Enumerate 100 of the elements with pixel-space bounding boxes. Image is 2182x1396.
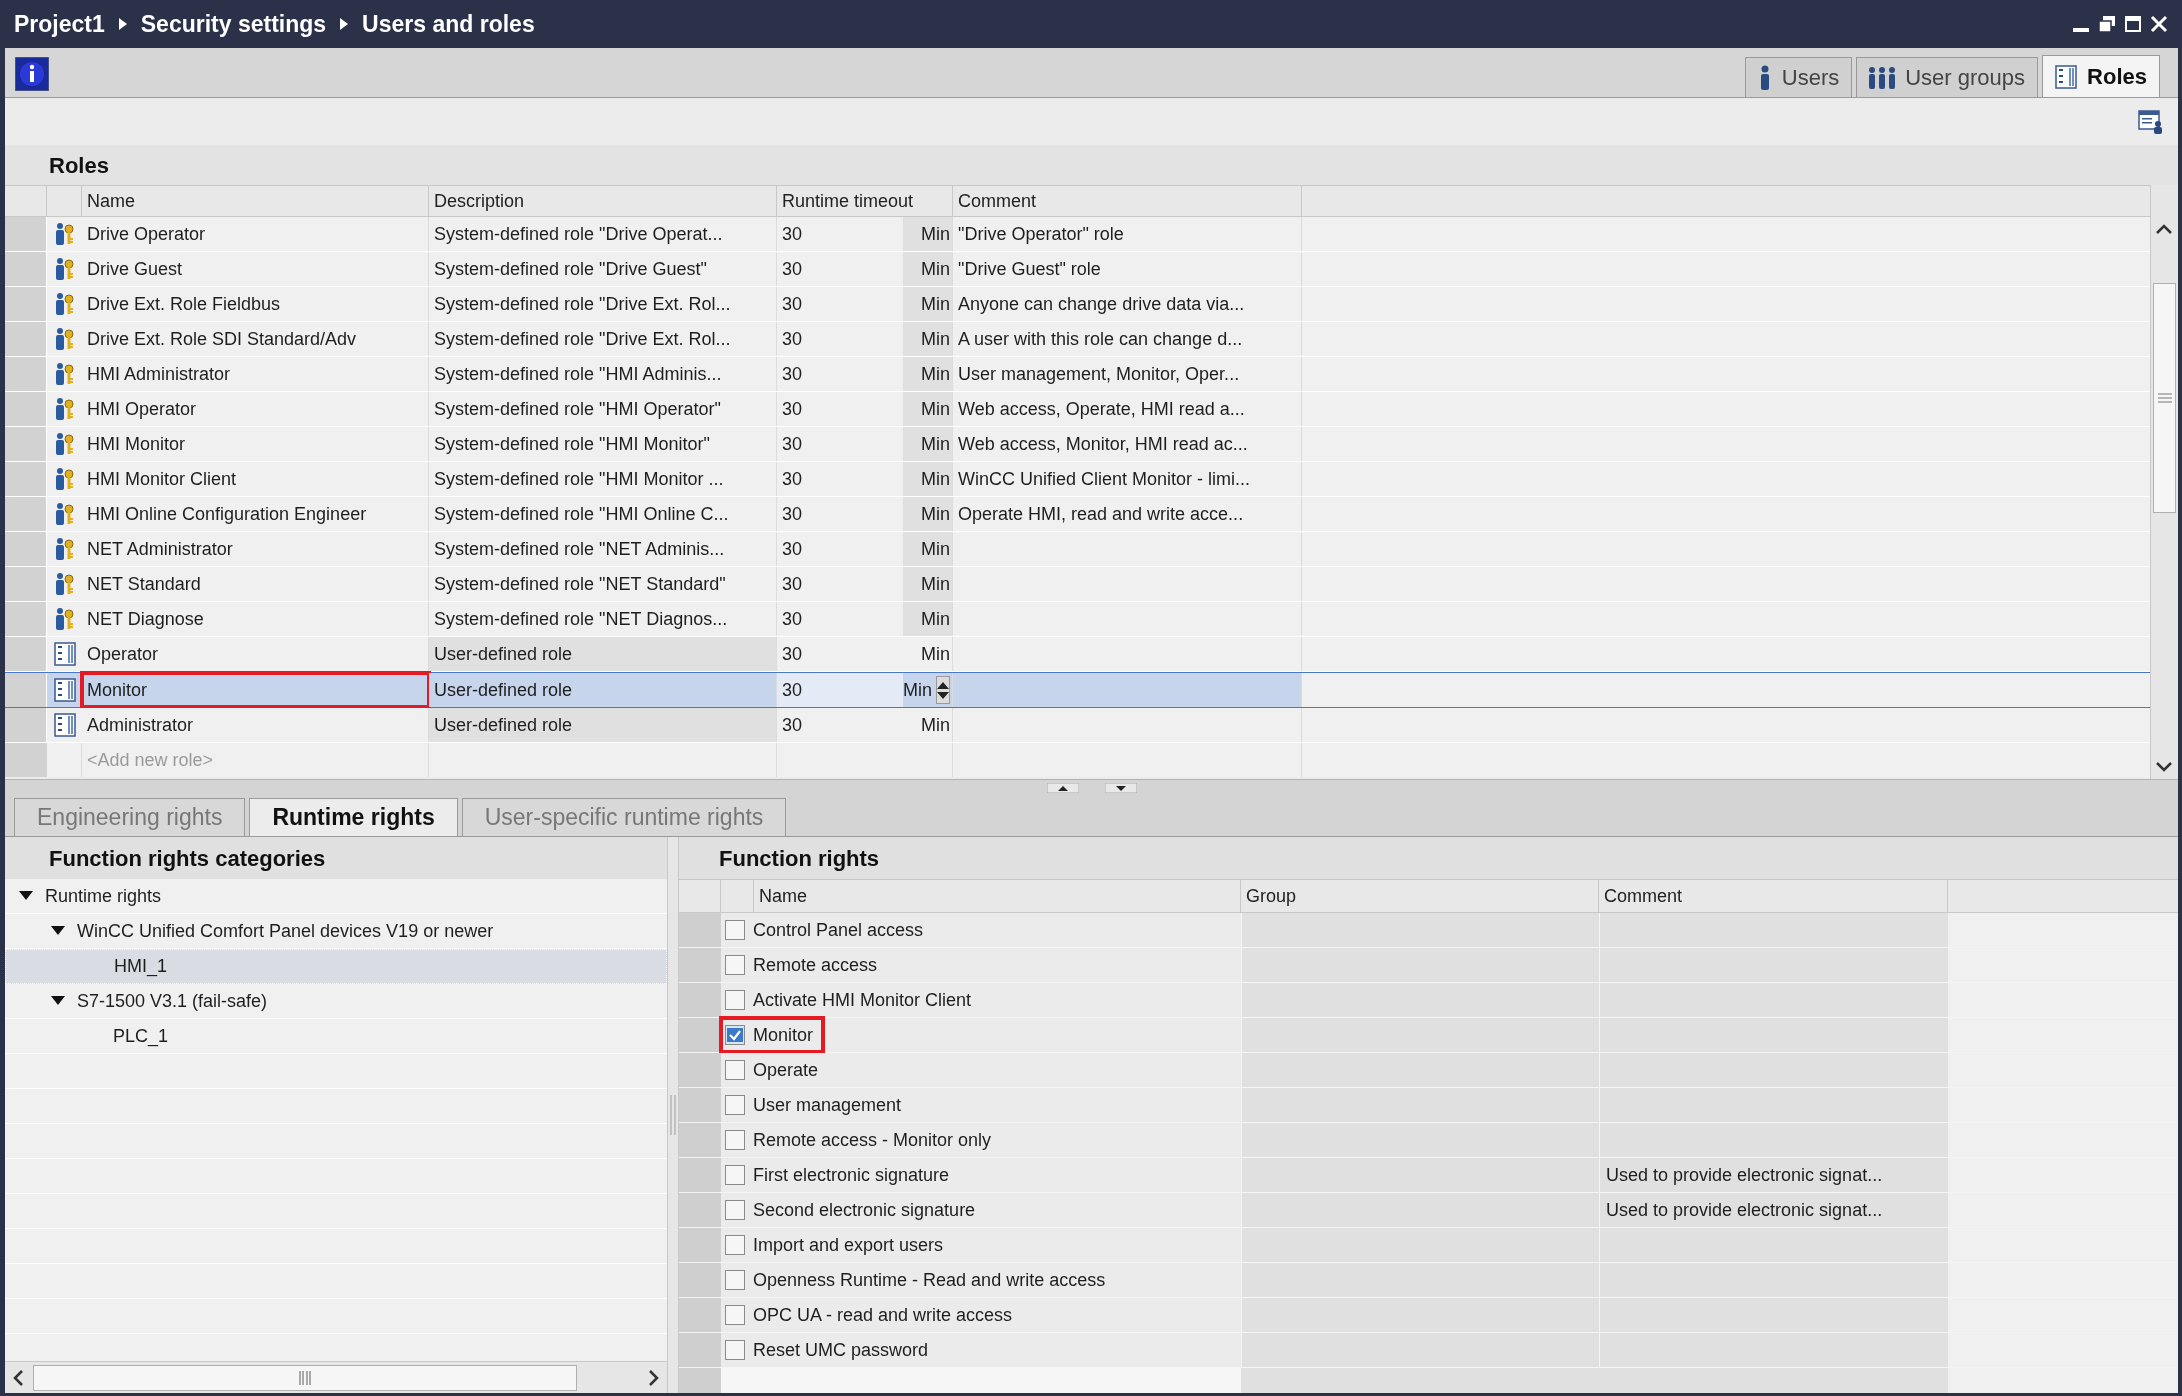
row-header[interactable] (5, 287, 47, 321)
table-person-icon[interactable] (2138, 109, 2164, 134)
table-row[interactable]: HMI Monitor Client System-defined role "HMI Monitor ... 30 Min WinCC Unified Client Monitor - limi... (5, 462, 2150, 497)
vertical-scrollbar[interactable] (2150, 185, 2178, 779)
scroll-thumb[interactable] (2153, 283, 2176, 513)
table-cell: HMI Monitor Client (82, 462, 429, 496)
table-cell: 30 (777, 637, 903, 671)
table-row[interactable]: HMI Monitor System-defined role "HMI Monitor" 30 Min Web access, Monitor, HMI read ac... (5, 427, 2150, 462)
table-cell: 30 (777, 497, 903, 531)
checkbox[interactable] (725, 955, 745, 975)
table-cell: System-defined role "Drive Guest" (429, 252, 777, 286)
column-header[interactable]: Runtime timeout (777, 186, 953, 216)
table-row[interactable]: Drive Ext. Role Fieldbus System-defined role "Drive Ext. Rol... 30 Min Anyone can change drive data via... (5, 287, 2150, 322)
right-name: Operate (753, 1058, 819, 1082)
table-row[interactable]: Operator User-defined role 30 Min (5, 637, 2150, 672)
unit-label: Min (921, 257, 950, 281)
tab[interactable]: Runtime rights (249, 798, 458, 836)
column-header[interactable]: Comment (1599, 880, 1948, 912)
expanded-caret-icon[interactable] (51, 996, 65, 1006)
tab[interactable]: Roles (2042, 55, 2160, 97)
row-header[interactable] (5, 532, 47, 566)
table-cell: WinCC Unified Client Monitor - limi... (953, 462, 1302, 496)
column-header[interactable]: Group (1241, 880, 1599, 912)
table-cell: System-defined role "NET Standard" (429, 567, 777, 601)
row-header[interactable] (5, 322, 47, 356)
checkbox[interactable] (725, 1060, 745, 1080)
tab[interactable]: Users (1744, 57, 1853, 97)
checkbox[interactable] (725, 920, 745, 940)
list-icon (53, 642, 76, 666)
table-cell: Drive Ext. Role Fieldbus (82, 287, 429, 321)
up-triangle-icon[interactable] (937, 681, 949, 689)
table-cell: System-defined role "HMI Adminis... (429, 357, 777, 391)
table-row[interactable]: NET Administrator System-defined role "NET Adminis... 30 Min (5, 532, 2150, 567)
row-header[interactable] (5, 567, 47, 601)
table-row[interactable]: Administrator User-defined role 30 Min (5, 708, 2150, 743)
checkbox[interactable] (725, 1340, 745, 1360)
tree-item[interactable]: HMI_1 (5, 949, 667, 984)
checkbox[interactable] (725, 1270, 745, 1290)
checkbox[interactable] (725, 1025, 745, 1045)
checkbox[interactable] (725, 1095, 745, 1115)
down-triangle-icon[interactable] (937, 691, 949, 699)
checkbox[interactable] (725, 1165, 745, 1185)
unit-label: Min (921, 327, 950, 351)
table-cell: Operate HMI, read and write acce... (953, 497, 1302, 531)
row-header[interactable] (5, 357, 47, 391)
table-row[interactable]: NET Diagnose System-defined role "NET Diagnos... 30 Min (5, 602, 2150, 637)
row-header[interactable] (5, 637, 47, 671)
tab[interactable]: User groups (1856, 57, 2039, 97)
table-row[interactable]: HMI Operator System-defined role "HMI Operator" 30 Min Web access, Operate, HMI read a... (5, 392, 2150, 427)
table-row[interactable]: NET Standard System-defined role "NET Standard" 30 Min (5, 567, 2150, 602)
table-row[interactable]: Monitor User-defined role 30 Min (5, 672, 2150, 708)
table-row[interactable]: Drive Operator System-defined role "Drive Operat... 30 Min "Drive Operator" role (5, 217, 2150, 252)
row-header[interactable] (5, 602, 47, 636)
table-cell: 30 (777, 532, 903, 566)
expand-down-icon[interactable] (1104, 782, 1137, 793)
column-header[interactable]: Description (429, 186, 777, 216)
table-cell: Drive Operator (82, 217, 429, 251)
table-cell: System-defined role "Drive Ext. Rol... (429, 287, 777, 321)
close-icon[interactable] (2150, 15, 2168, 33)
table-row[interactable]: HMI Administrator System-defined role "HMI Adminis... 30 Min User management, Monitor, Oper... (5, 357, 2150, 392)
column-header[interactable]: Name (82, 186, 429, 216)
info-icon[interactable] (15, 57, 49, 91)
breadcrumb-item[interactable]: Project1 (14, 6, 105, 42)
row-header[interactable] (5, 497, 47, 531)
person-key-icon (54, 572, 75, 596)
row-header[interactable] (5, 217, 47, 251)
table-row[interactable]: Drive Guest System-defined role "Drive Guest" 30 Min "Drive Guest" role (5, 252, 2150, 287)
checkbox[interactable] (725, 1130, 745, 1150)
row-header[interactable] (5, 392, 47, 426)
checkbox[interactable] (725, 1200, 745, 1220)
checkbox[interactable] (725, 1305, 745, 1325)
table-cell: Web access, Operate, HMI read a... (953, 392, 1302, 426)
column-header[interactable]: Name (754, 880, 1241, 912)
splitter-grip-icon[interactable] (670, 1095, 676, 1135)
column-header[interactable]: Comment (953, 186, 1302, 216)
unit-label: Min (921, 537, 950, 561)
checkbox[interactable] (725, 1235, 745, 1255)
expanded-caret-icon[interactable] (51, 926, 65, 936)
table-cell: 30 (777, 287, 903, 321)
table-row[interactable]: Drive Ext. Role SDI Standard/Adv System-defined role "Drive Ext. Rol... 30 Min A user with this role can change d... (5, 322, 2150, 357)
right-name: Remote access - Monitor only (753, 1128, 992, 1152)
maximize-icon[interactable] (2124, 15, 2142, 33)
breadcrumb-item[interactable]: Security settings (140, 6, 327, 42)
row-header[interactable] (5, 427, 47, 461)
row-header[interactable] (5, 708, 47, 742)
row-header[interactable] (5, 673, 47, 707)
row-header[interactable] (5, 462, 47, 496)
checkbox[interactable] (725, 990, 745, 1010)
collapse-up-icon[interactable] (1046, 782, 1079, 793)
unit-label: Min (921, 292, 950, 316)
table-row[interactable]: HMI Online Configuration Engineer System-defined role "HMI Online C... 30 Min Operate HMI, read and write acce... (5, 497, 2150, 532)
breadcrumb-item[interactable]: Users and roles (362, 6, 535, 42)
row-header[interactable] (5, 252, 47, 286)
spinner-button[interactable] (936, 676, 950, 704)
horizontal-scrollbar[interactable] (5, 1361, 667, 1393)
restore-icon[interactable] (2098, 15, 2116, 33)
row-header[interactable] (679, 1018, 721, 1052)
expanded-caret-icon[interactable] (19, 891, 33, 901)
scroll-thumb[interactable] (33, 1364, 577, 1391)
table-cell: NET Administrator (82, 532, 429, 566)
